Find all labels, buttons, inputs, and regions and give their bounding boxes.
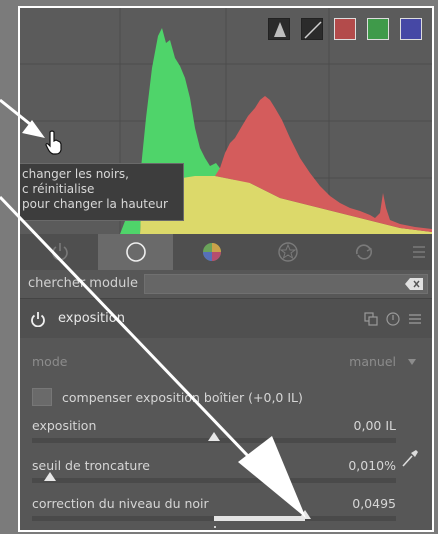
clip-label: seuil de troncature: [32, 458, 150, 473]
circle-icon: [125, 242, 146, 262]
tab-correction-modules[interactable]: [326, 234, 401, 270]
reset-icon[interactable]: [386, 312, 400, 326]
black-level-slider[interactable]: [32, 510, 396, 521]
tab-color-modules[interactable]: [174, 234, 249, 270]
tab-effects-modules[interactable]: [250, 234, 325, 270]
histogram-tooltip: changer les noirs, c réinitialise pour c…: [20, 163, 184, 221]
black-level-value[interactable]: 0,0495: [352, 496, 396, 511]
hand-cursor-icon: [45, 130, 62, 155]
clip-slider[interactable]: [32, 472, 396, 483]
red-channel-toggle[interactable]: [334, 18, 356, 40]
compensate-checkbox[interactable]: [32, 388, 52, 406]
search-label: chercher module: [28, 276, 139, 291]
black-level-slider-marker[interactable]: [299, 510, 311, 519]
menu-icon[interactable]: [412, 243, 426, 261]
black-level-slider-fill: [214, 516, 305, 521]
blue-channel-toggle[interactable]: [400, 18, 422, 40]
module-group-tabs: [20, 234, 432, 270]
exposure-module-body: mode manuel compenser exposition boîtier…: [20, 338, 432, 530]
multi-instance-icon[interactable]: [364, 312, 378, 326]
exposure-slider[interactable]: [32, 432, 396, 443]
exposure-module-header[interactable]: exposition: [20, 298, 432, 339]
tab-base-modules[interactable]: [98, 234, 173, 270]
tab-active-modules[interactable]: [22, 234, 97, 270]
black-level-label: correction du niveau du noir: [32, 496, 209, 511]
color-wheel-icon: [202, 243, 221, 261]
clip-value[interactable]: 0,010%: [348, 458, 396, 473]
refresh-icon: [355, 244, 372, 260]
effects-icon: [277, 242, 298, 262]
search-input[interactable]: [144, 274, 428, 294]
darkroom-panel: changer les noirs, c réinitialise pour c…: [18, 6, 434, 532]
color-picker-icon[interactable]: [401, 448, 419, 468]
clip-slider-marker[interactable]: [44, 472, 57, 481]
module-power-icon[interactable]: [30, 311, 46, 327]
module-title: exposition: [58, 311, 125, 326]
exposure-label: exposition: [32, 418, 97, 433]
exposure-slider-marker[interactable]: [208, 432, 220, 441]
compensate-label: compenser exposition boîtier (+0,0 IL): [62, 390, 303, 405]
chevron-down-icon[interactable]: [408, 359, 416, 365]
tooltip-line-2: c réinitialise: [22, 182, 95, 196]
presets-menu-icon[interactable]: [408, 312, 422, 326]
mode-label: mode: [32, 354, 68, 369]
green-channel-toggle[interactable]: [367, 18, 389, 40]
tooltip-line-3: pour changer la hauteur: [22, 197, 168, 211]
module-search: chercher module: [20, 270, 432, 298]
power-icon: [51, 243, 68, 261]
histogram-linear-icon[interactable]: [301, 18, 323, 40]
exposure-value[interactable]: 0,00 IL: [354, 418, 396, 433]
histogram-mode-icon[interactable]: [268, 18, 290, 40]
tooltip-line-1: changer les noirs,: [22, 167, 129, 181]
clear-icon[interactable]: [405, 278, 423, 290]
mode-value[interactable]: manuel: [349, 354, 396, 369]
slider-default-dot: [214, 526, 216, 528]
